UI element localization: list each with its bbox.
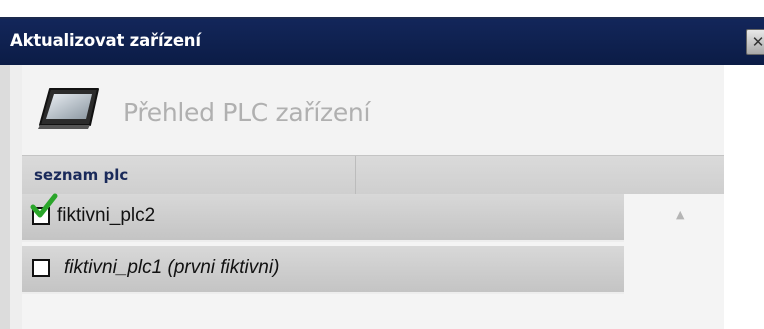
row-label: fiktivni_plc1 (prvni fiktivni) bbox=[64, 257, 280, 278]
row-checkbox[interactable] bbox=[32, 259, 50, 277]
column-separator bbox=[355, 156, 356, 194]
checkmark-icon bbox=[30, 193, 58, 218]
scrollbar-track[interactable] bbox=[624, 194, 724, 329]
window-titlebar: Aktualizovat zařízení ✕ bbox=[0, 19, 764, 65]
window-title: Aktualizovat zařízení bbox=[10, 31, 201, 50]
close-button[interactable]: ✕ bbox=[746, 29, 764, 55]
left-rail bbox=[10, 65, 22, 329]
column-header-label: seznam plc bbox=[34, 166, 129, 184]
column-header[interactable]: seznam plc bbox=[22, 155, 724, 195]
plc-list: fiktivni_plc2 fiktivni_plc1 (prvni fikti… bbox=[22, 193, 724, 329]
right-pane bbox=[724, 65, 764, 329]
monitor-icon bbox=[38, 88, 99, 129]
close-icon: ✕ bbox=[751, 33, 764, 51]
list-item[interactable]: fiktivni_plc1 (prvni fiktivni) bbox=[22, 246, 624, 294]
list-item[interactable]: fiktivni_plc2 bbox=[22, 193, 624, 242]
section-title: Přehled PLC zařízení bbox=[123, 98, 371, 127]
row-label: fiktivni_plc2 bbox=[57, 205, 156, 226]
top-strip bbox=[0, 0, 764, 17]
scroll-up-arrow-icon[interactable]: ▲ bbox=[676, 208, 690, 221]
